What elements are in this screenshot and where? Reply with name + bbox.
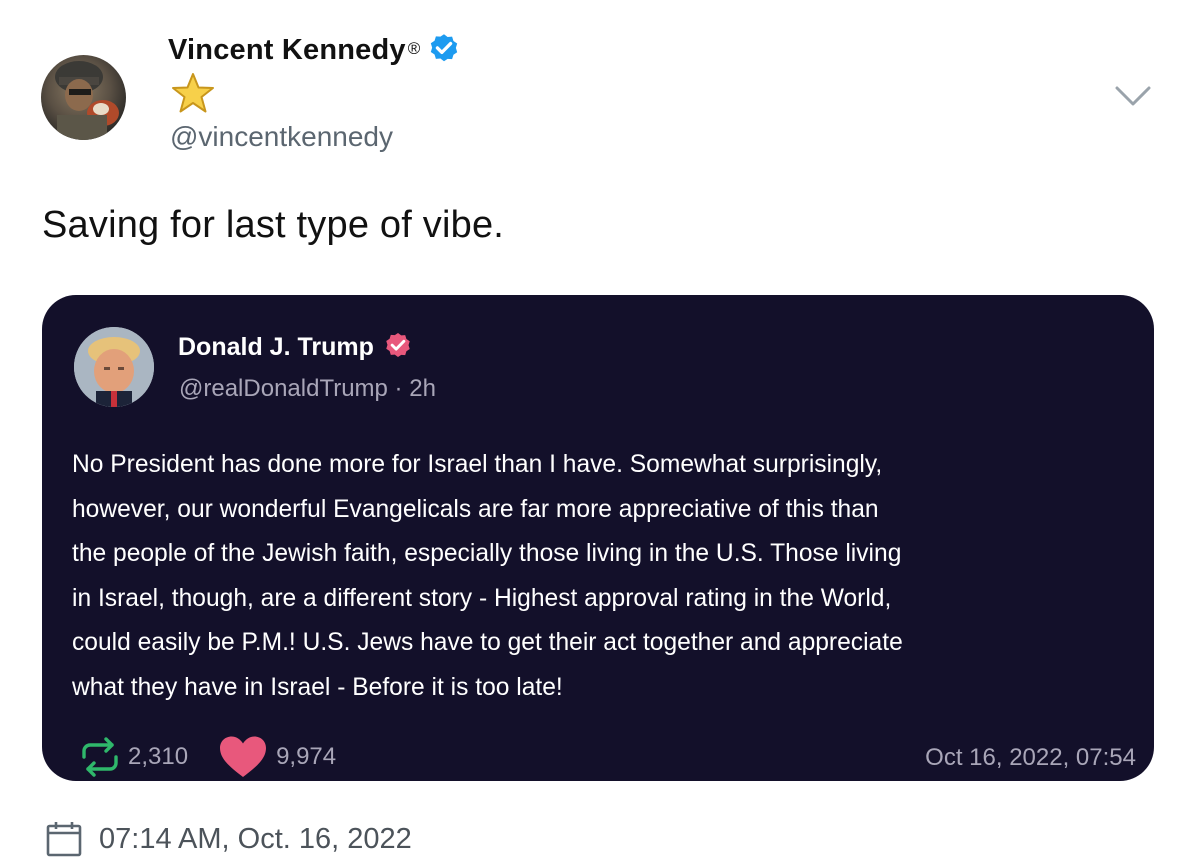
star-icon bbox=[172, 73, 214, 113]
chevron-down-icon[interactable] bbox=[1113, 82, 1153, 110]
quoted-post-stats: 2,310 9,974 bbox=[78, 735, 336, 779]
calendar-icon bbox=[46, 822, 82, 857]
quoted-post-body: No President has done more for Israel th… bbox=[72, 451, 903, 701]
author-name[interactable]: Vincent Kennedy bbox=[168, 34, 406, 67]
retweet-icon[interactable] bbox=[78, 737, 122, 777]
tweet-text: Saving for last type of vibe. bbox=[42, 204, 505, 246]
author-avatar[interactable] bbox=[41, 55, 126, 140]
retweet-count: 2,310 bbox=[128, 743, 189, 770]
quoted-post-date: Oct 16, 2022, 07:54 bbox=[925, 744, 1136, 771]
avatar-image-icon bbox=[55, 61, 119, 140]
verified-badge-icon bbox=[431, 34, 458, 62]
quoted-author-avatar[interactable] bbox=[74, 327, 154, 407]
quoted-post-age: 2h bbox=[409, 375, 436, 402]
handle-separator: · bbox=[387, 375, 410, 402]
quoted-post-card[interactable]: Donald J. Trump @realDonaldTrump · 2h No… bbox=[42, 295, 1154, 781]
quoted-author-handle[interactable]: @realDonaldTrump bbox=[179, 375, 388, 402]
quoted-handle-row: @realDonaldTrump · 2h bbox=[179, 375, 436, 403]
registered-mark: ® bbox=[407, 39, 421, 58]
tweet-screenshot: Vincent Kennedy ® @vincentkennedy Saving… bbox=[0, 0, 1199, 865]
author-handle[interactable]: @vincentkennedy bbox=[170, 121, 393, 153]
tweet-timestamp-row: 07:14 AM, Oct. 16, 2022 bbox=[45, 818, 412, 860]
quoted-author-name-row: Donald J. Trump bbox=[178, 329, 414, 365]
like-count: 9,974 bbox=[276, 743, 337, 770]
quoted-author-name[interactable]: Donald J. Trump bbox=[178, 333, 374, 362]
tweet-timestamp: 07:14 AM, Oct. 16, 2022 bbox=[99, 822, 412, 855]
heart-icon[interactable] bbox=[218, 735, 268, 779]
author-name-row: Vincent Kennedy ® bbox=[168, 30, 462, 70]
quoted-avatar-image-icon bbox=[74, 327, 154, 407]
quoted-verified-badge-icon bbox=[386, 333, 410, 357]
